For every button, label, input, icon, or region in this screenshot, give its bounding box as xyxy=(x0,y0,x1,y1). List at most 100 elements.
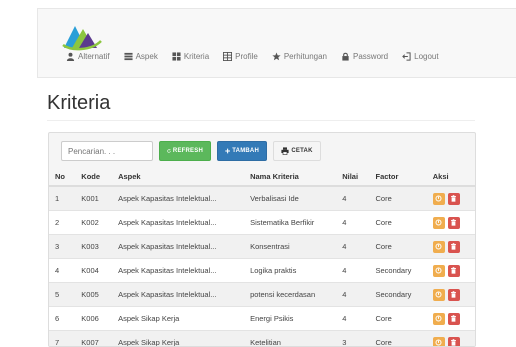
table-row: 2K002Aspek Kapasitas Intelektual...Siste… xyxy=(49,211,476,235)
actions-cell xyxy=(427,331,476,347)
table-cell: K007 xyxy=(75,331,112,347)
table-cell: K003 xyxy=(75,235,112,259)
nav-label: Alternatif xyxy=(78,52,110,61)
edit-icon xyxy=(435,339,442,346)
actions-cell xyxy=(427,259,476,283)
actions-cell xyxy=(427,283,476,307)
delete-button[interactable] xyxy=(448,313,460,325)
grid-icon xyxy=(172,52,181,61)
table-cell: Aspek Sikap Kerja xyxy=(112,307,244,331)
table-cell: Aspek Kapasitas Intelektual... xyxy=(112,283,244,307)
refresh-icon xyxy=(167,147,171,155)
nav-aspek[interactable]: Aspek xyxy=(124,52,158,61)
refresh-label: REFRESH xyxy=(173,148,203,154)
app-logo-icon[interactable] xyxy=(61,21,103,51)
nav-password[interactable]: Password xyxy=(341,52,388,61)
trash-icon xyxy=(450,243,457,250)
list-icon xyxy=(124,52,133,61)
user-icon xyxy=(66,52,75,61)
table-header-row: No Kode Aspek Nama Kriteria Nilai Factor… xyxy=(49,167,476,186)
toolbar: REFRESH TAMBAH CETAK xyxy=(61,141,327,161)
table-cell: Core xyxy=(370,307,427,331)
delete-button[interactable] xyxy=(448,193,460,205)
nav-alternatif[interactable]: Alternatif xyxy=(66,52,110,61)
table-cell: Core xyxy=(370,211,427,235)
table-cell: 5 xyxy=(49,283,75,307)
edit-icon xyxy=(435,219,442,226)
table-cell: Aspek Sikap Kerja xyxy=(112,331,244,347)
table-cell: Aspek Kapasitas Intelektual... xyxy=(112,235,244,259)
column-header: Aksi xyxy=(427,167,476,186)
delete-button[interactable] xyxy=(448,217,460,229)
add-button[interactable]: TAMBAH xyxy=(217,141,267,161)
column-header: Kode xyxy=(75,167,112,186)
star-icon xyxy=(272,52,281,61)
delete-button[interactable] xyxy=(448,289,460,301)
trash-icon xyxy=(450,291,457,298)
table-cell: K001 xyxy=(75,186,112,211)
kriteria-panel: REFRESH TAMBAH CETAK No Kode Aspek Nama … xyxy=(48,132,476,347)
table-cell: 4 xyxy=(336,211,369,235)
nav-logout[interactable]: Logout xyxy=(402,52,438,61)
table-cell: Aspek Kapasitas Intelektual... xyxy=(112,211,244,235)
table-cell: 4 xyxy=(336,186,369,211)
nav-label: Perhitungan xyxy=(284,52,327,61)
lock-icon xyxy=(341,52,350,61)
print-label: CETAK xyxy=(291,148,312,154)
nav-label: Password xyxy=(353,52,388,61)
column-header: Nama Kriteria xyxy=(244,167,336,186)
table-cell: Secondary xyxy=(370,259,427,283)
table-cell: Verbalisasi Ide xyxy=(244,186,336,211)
table-cell: Secondary xyxy=(370,283,427,307)
trash-icon xyxy=(450,267,457,274)
table-cell: K006 xyxy=(75,307,112,331)
edit-icon xyxy=(435,195,442,202)
column-header: No xyxy=(49,167,75,186)
edit-button[interactable] xyxy=(433,265,445,277)
table-cell: 3 xyxy=(49,235,75,259)
actions-cell xyxy=(427,186,476,211)
table-cell: 4 xyxy=(336,235,369,259)
table-cell: Aspek Kapasitas Intelektual... xyxy=(112,259,244,283)
delete-button[interactable] xyxy=(448,241,460,253)
edit-button[interactable] xyxy=(433,217,445,229)
table-cell: K004 xyxy=(75,259,112,283)
edit-icon xyxy=(435,243,442,250)
table-cell: Core xyxy=(370,331,427,347)
table-row: 5K005Aspek Kapasitas Intelektual...poten… xyxy=(49,283,476,307)
table-cell: K002 xyxy=(75,211,112,235)
edit-button[interactable] xyxy=(433,313,445,325)
nav-profile[interactable]: Profile xyxy=(223,52,258,61)
trash-icon xyxy=(450,315,457,322)
edit-button[interactable] xyxy=(433,289,445,301)
refresh-button[interactable]: REFRESH xyxy=(159,141,211,161)
edit-button[interactable] xyxy=(433,193,445,205)
nav-kriteria[interactable]: Kriteria xyxy=(172,52,209,61)
table-cell: Core xyxy=(370,235,427,259)
page-title: Kriteria xyxy=(47,92,110,115)
nav-label: Logout xyxy=(414,52,438,61)
kriteria-table: No Kode Aspek Nama Kriteria Nilai Factor… xyxy=(49,167,476,347)
table-cell: K005 xyxy=(75,283,112,307)
column-header: Nilai xyxy=(336,167,369,186)
delete-button[interactable] xyxy=(448,265,460,277)
column-header: Aspek xyxy=(112,167,244,186)
logout-icon xyxy=(402,52,411,61)
edit-icon xyxy=(435,315,442,322)
table-row: 7K007Aspek Sikap KerjaKetelitian3Core xyxy=(49,331,476,347)
trash-icon xyxy=(450,195,457,202)
add-label: TAMBAH xyxy=(232,148,259,154)
table-cell: Sistematika Berfikir xyxy=(244,211,336,235)
edit-button[interactable] xyxy=(433,241,445,253)
table-row: 6K006Aspek Sikap KerjaEnergi Psikis4Core xyxy=(49,307,476,331)
table-cell: 1 xyxy=(49,186,75,211)
table-cell: Energi Psikis xyxy=(244,307,336,331)
nav-perhitungan[interactable]: Perhitungan xyxy=(272,52,327,61)
table-cell: 2 xyxy=(49,211,75,235)
title-divider xyxy=(47,120,475,121)
print-button[interactable]: CETAK xyxy=(273,141,321,161)
table-cell: Core xyxy=(370,186,427,211)
table-cell: Konsentrasi xyxy=(244,235,336,259)
table-cell: 4 xyxy=(336,259,369,283)
search-input[interactable] xyxy=(61,141,153,161)
